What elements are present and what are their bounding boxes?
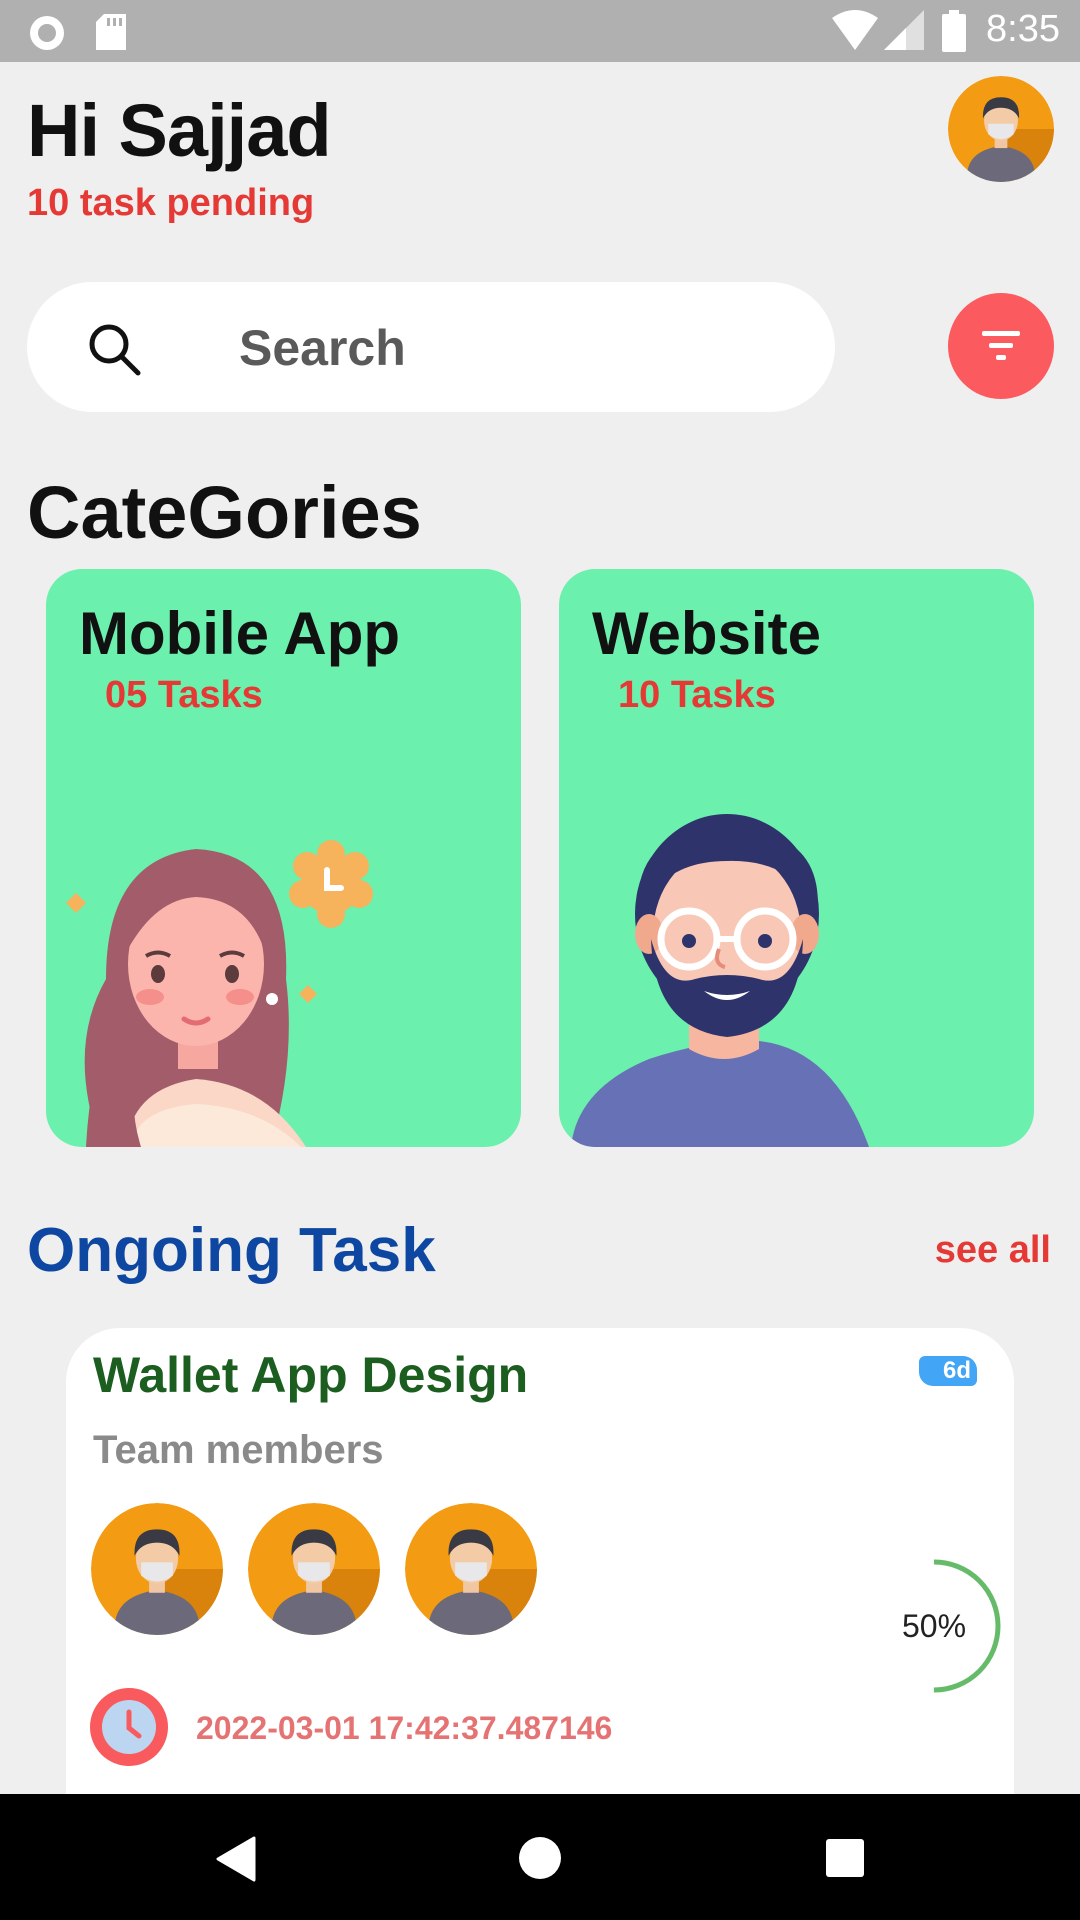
team-member-avatar[interactable]: [405, 1503, 537, 1635]
pending-tasks-label: 10 task pending: [27, 182, 315, 224]
search-bar[interactable]: [27, 282, 835, 412]
battery-icon: [942, 10, 966, 52]
user-avatar-icon: [248, 1503, 380, 1635]
record-icon: [30, 16, 64, 50]
task-card[interactable]: Wallet App Design 6d Team members 50% 20…: [66, 1328, 1014, 1808]
category-name: Website: [592, 600, 821, 667]
category-card-website[interactable]: Website 10 Tasks: [559, 569, 1034, 1147]
recents-icon[interactable]: [825, 1838, 865, 1878]
search-icon: [89, 324, 141, 376]
ongoing-task-title: Ongoing Task: [27, 1216, 436, 1285]
user-avatar-icon: [948, 76, 1054, 182]
category-name: Mobile App: [79, 600, 401, 667]
back-icon[interactable]: [214, 1836, 258, 1882]
home-icon[interactable]: [518, 1836, 562, 1880]
sd-card-icon: [96, 14, 126, 50]
status-time: 8:35: [986, 8, 1060, 50]
team-members-label: Team members: [93, 1428, 384, 1472]
see-all-link[interactable]: see all: [935, 1229, 1051, 1272]
filter-icon: [982, 331, 1020, 360]
woman-illustration: [66, 840, 373, 1147]
progress-percent: 50%: [901, 1608, 967, 1644]
category-task-count: 05 Tasks: [105, 674, 263, 716]
greeting-title: Hi Sajjad: [27, 89, 332, 172]
system-navigation-bar: [0, 1794, 1080, 1920]
category-task-count: 10 Tasks: [618, 674, 776, 716]
profile-avatar[interactable]: [948, 76, 1054, 182]
search-input[interactable]: [237, 314, 801, 382]
clock-icon: [90, 1688, 168, 1766]
task-datetime: 2022-03-01 17:42:37.487146: [196, 1710, 613, 1746]
man-illustration: [571, 814, 869, 1147]
cell-signal-icon: [884, 10, 924, 50]
due-date-clock: [90, 1688, 168, 1766]
days-remaining-badge: 6d: [919, 1356, 977, 1386]
user-avatar-icon: [91, 1503, 223, 1635]
filter-button[interactable]: [948, 293, 1054, 399]
wifi-icon: [832, 10, 878, 50]
categories-title: CateGories: [27, 471, 422, 554]
task-title: Wallet App Design: [93, 1347, 529, 1403]
team-member-avatar[interactable]: [91, 1503, 223, 1635]
team-member-avatar[interactable]: [248, 1503, 380, 1635]
user-avatar-icon: [405, 1503, 537, 1635]
category-card-mobile-app[interactable]: Mobile App 05 Tasks: [46, 569, 521, 1147]
progress-indicator: 50%: [866, 1558, 1002, 1694]
status-bar: 8:35: [0, 0, 1080, 62]
